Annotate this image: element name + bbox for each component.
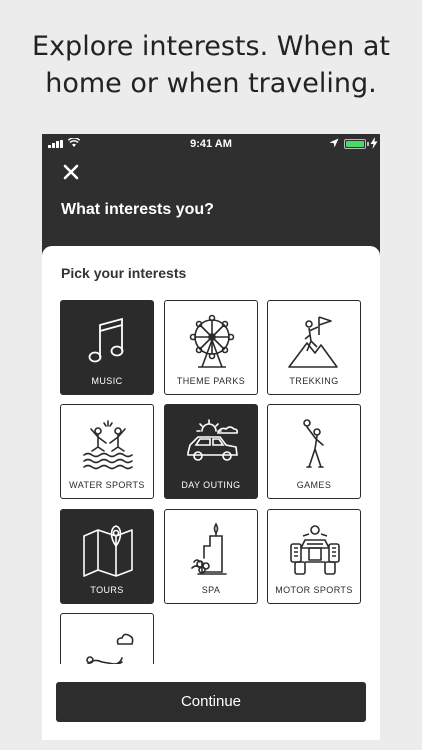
interest-tile-water-sports[interactable]: WATER SPORTS [60, 404, 154, 499]
headline: Explore interests. When at home or when … [0, 28, 422, 102]
ball-player-icon [303, 419, 324, 468]
interest-label: MUSIC [91, 376, 123, 386]
page-title: What interests you? [61, 201, 214, 218]
battery-tip [367, 142, 369, 146]
interest-label: THEME PARKS [176, 376, 246, 386]
interest-tile-spa[interactable]: SPA [164, 509, 258, 604]
charging-bolt-icon [370, 137, 378, 149]
interest-tile-trekking[interactable]: TREKKING [267, 300, 361, 395]
interest-label: MOTOR SPORTS [275, 585, 353, 595]
interest-tile-music[interactable]: MUSIC [60, 300, 154, 395]
music-note-icon [88, 317, 124, 363]
ferris-wheel-icon [189, 314, 235, 368]
interest-label: GAMES [296, 480, 332, 490]
relax-hand-icon [86, 633, 134, 664]
interest-label: DAY OUTING [181, 480, 241, 490]
interest-tile-day-outing[interactable]: DAY OUTING [164, 404, 258, 499]
close-icon[interactable] [61, 162, 81, 182]
map-pin-icon [83, 525, 133, 577]
interests-grid: Pick your interests MUSIC THEME PARKS TR… [42, 246, 380, 664]
battery-icon [344, 139, 366, 149]
continue-button[interactable]: Continue [56, 682, 366, 722]
interest-label: TOURS [90, 585, 124, 595]
interest-tile-relax[interactable] [60, 613, 154, 664]
phone-screen: 9:41 AM What interests you? Pick your in… [42, 134, 380, 740]
interest-label: WATER SPORTS [69, 480, 145, 490]
interest-tile-motor-sports[interactable]: MOTOR SPORTS [267, 509, 361, 604]
spa-candle-icon [191, 522, 227, 575]
climber-flag-icon [288, 316, 338, 368]
interests-sheet: Pick your interests MUSIC THEME PARKS TR… [42, 246, 380, 740]
headline-line-2: home or when traveling. [45, 68, 377, 99]
headline-line-1: Explore interests. When at [32, 31, 390, 62]
interest-label: SPA [201, 585, 221, 595]
interest-tile-tours[interactable]: TOURS [60, 509, 154, 604]
interest-label: TREKKING [289, 376, 339, 386]
sheet-title: Pick your interests [61, 265, 187, 281]
location-arrow-icon [329, 138, 339, 148]
status-bar: 9:41 AM [42, 134, 380, 154]
interest-tile-games[interactable]: GAMES [267, 404, 361, 499]
atv-quad-icon [290, 525, 340, 575]
car-outing-icon [187, 419, 238, 461]
water-sports-icon [83, 420, 133, 470]
battery-fill [346, 141, 364, 147]
interest-tile-theme-parks[interactable]: THEME PARKS [164, 300, 258, 395]
